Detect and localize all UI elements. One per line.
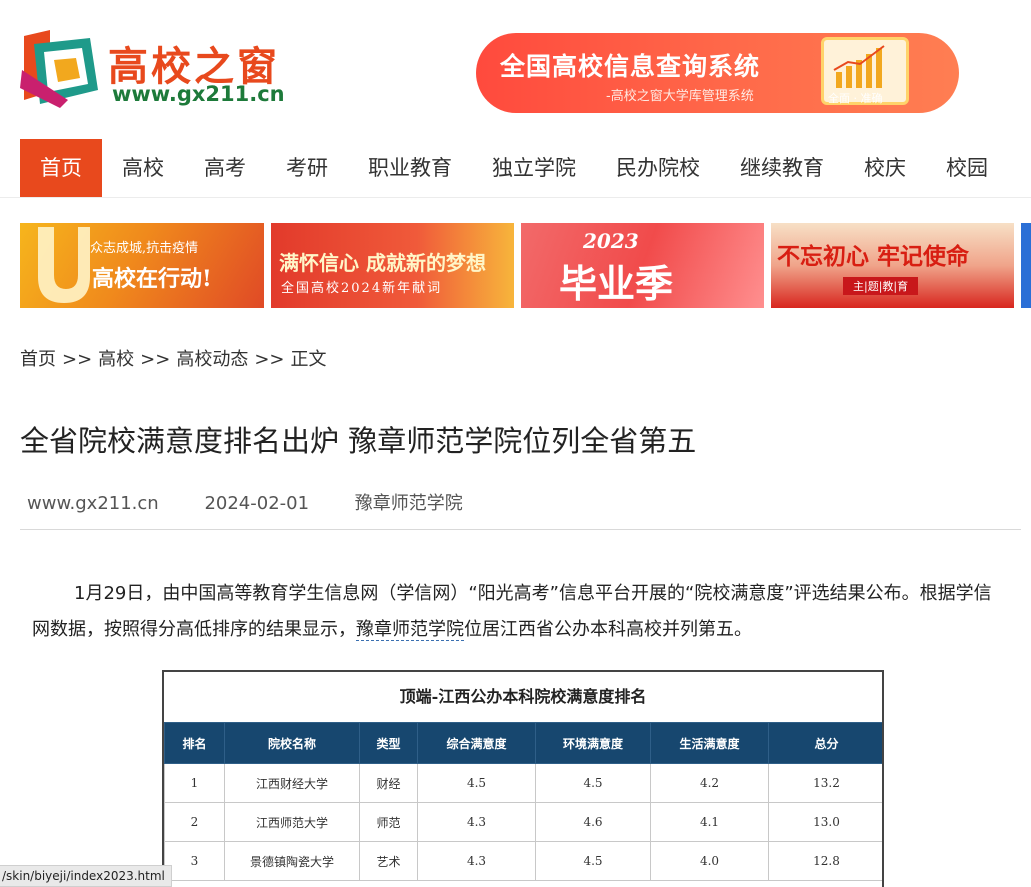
cell-overall: 4.3: [417, 841, 536, 881]
banner-subtitle: -高校之窗大学库管理系统: [606, 89, 754, 104]
promo-newyear-line1: 满怀信心 成就新的梦想: [279, 251, 486, 275]
breadcrumb-news[interactable]: 高校动态: [176, 349, 248, 370]
nav-item-independent[interactable]: 独立学院: [472, 139, 596, 197]
letter-u-icon: [38, 227, 90, 303]
header-overall: 综合满意度: [417, 722, 536, 764]
nav-item-continuing[interactable]: 继续教育: [720, 139, 844, 197]
cell-environment: 4.5: [535, 841, 651, 881]
nav-item-private[interactable]: 民办院校: [596, 139, 720, 197]
nav-item-kaoyan[interactable]: 考研: [266, 139, 348, 197]
table-row: 2 江西师范大学 师范 4.3 4.6 4.1 13.0: [164, 802, 882, 842]
meta-divider: [20, 529, 1021, 530]
college-link[interactable]: 豫章师范学院: [356, 619, 464, 641]
paragraph-text-2: 位居江西省公办本科高校并列第五。: [464, 619, 752, 640]
promo-newyear-line2: 全国高校2024新年献词: [281, 281, 443, 296]
promo-epidemic-line2: 高校在行动!: [92, 266, 212, 292]
cell-type: 艺术: [359, 841, 418, 881]
cell-type: 财经: [359, 763, 418, 803]
article-meta: www.gx211.cn 2024-02-01 豫章师范学院: [27, 489, 503, 515]
cell-rank: 2: [164, 802, 225, 842]
table-row: 1 江西财经大学 财经 4.5 4.5 4.2 13.2: [164, 763, 882, 803]
nav-item-colleges[interactable]: 高校: [102, 139, 184, 197]
promo-banner-partial[interactable]: [1021, 223, 1031, 308]
promo-mission-title: 不忘初心 牢记使命: [777, 243, 970, 270]
cell-life: 4.0: [650, 841, 769, 881]
nav-item-vocational[interactable]: 职业教育: [348, 139, 472, 197]
promo-banner-epidemic[interactable]: 众志成城,抗击疫情 高校在行动!: [20, 223, 264, 308]
cell-overall: 4.5: [417, 763, 536, 803]
header-type: 类型: [359, 722, 418, 764]
promo-banner-newyear[interactable]: 满怀信心 成就新的梦想 全国高校2024新年献词: [271, 223, 514, 308]
breadcrumb-home[interactable]: 首页: [20, 349, 56, 370]
cell-environment: 4.6: [535, 802, 651, 842]
breadcrumb-current: 正文: [290, 349, 327, 370]
logo-url: www.gx211.cn: [112, 82, 285, 106]
breadcrumb-separator: >>: [62, 349, 93, 370]
site-logo[interactable]: 高校之窗 www.gx211.cn: [20, 30, 320, 110]
article-title: 全省院校满意度排名出炉 豫章师范学院位列全省第五: [20, 424, 697, 458]
cell-total: 12.8: [768, 841, 882, 881]
promo-banner-graduation[interactable]: 2023 毕业季: [521, 223, 764, 308]
cell-total: 13.2: [768, 763, 882, 803]
table-row: 3 景德镇陶瓷大学 艺术 4.3 4.5 4.0 12.8: [164, 841, 882, 881]
cell-rank: 3: [164, 841, 225, 881]
article-source: www.gx211.cn: [27, 493, 159, 514]
header-college: 院校名称: [224, 722, 360, 764]
link-status-bar: /skin/biyeji/index2023.html: [0, 865, 172, 887]
cell-rank: 1: [164, 763, 225, 803]
banner-title: 全国高校信息查询系统: [500, 52, 761, 81]
table-header-row: 排名 院校名称 类型 综合满意度 环境满意度 生活满意度 总分: [164, 722, 882, 764]
breadcrumb: 首页 >> 高校 >> 高校动态 >> 正文: [20, 345, 327, 371]
promo-epidemic-line1: 众志成城,抗击疫情: [90, 241, 199, 256]
nav-item-anniversary[interactable]: 校庆: [844, 139, 926, 197]
query-system-banner[interactable]: 全国高校信息查询系统 -高校之窗大学库管理系统 全面 · 准确: [476, 33, 959, 113]
header-total: 总分: [768, 722, 882, 764]
breadcrumb-separator: >>: [140, 349, 171, 370]
breadcrumb-separator: >>: [254, 349, 285, 370]
ranking-figure: 顶端-江西公办本科院校满意度排名 排名 院校名称 类型 综合满意度 环境满意度 …: [162, 670, 884, 887]
cell-type: 师范: [359, 802, 418, 842]
main-nav: 首页 高校 高考 考研 职业教育 独立学院 民办院校 继续教育 校庆 校园: [20, 139, 1031, 197]
promo-graduation-year: 2023: [583, 229, 639, 253]
promo-graduation-title: 毕业季: [559, 261, 674, 306]
cell-college: 江西财经大学: [224, 763, 360, 803]
promo-banner-mission[interactable]: 不忘初心 牢记使命 主|题|教|育: [771, 223, 1014, 308]
cell-life: 4.1: [650, 802, 769, 842]
header-life: 生活满意度: [650, 722, 769, 764]
cell-college: 江西师范大学: [224, 802, 360, 842]
banner-badge: 全面 · 准确: [828, 92, 883, 105]
nav-item-gaokao[interactable]: 高考: [184, 139, 266, 197]
article-author: 豫章师范学院: [354, 493, 463, 514]
promo-mission-sub: 主|题|教|育: [843, 277, 919, 295]
nav-item-campus[interactable]: 校园: [926, 139, 1008, 197]
cell-environment: 4.5: [535, 763, 651, 803]
nav-divider: [0, 197, 1031, 198]
ranking-table: 排名 院校名称 类型 综合满意度 环境满意度 生活满意度 总分 1 江西财经大学…: [164, 722, 882, 881]
breadcrumb-colleges[interactable]: 高校: [98, 349, 134, 370]
header-environment: 环境满意度: [535, 722, 651, 764]
nav-item-home[interactable]: 首页: [20, 139, 102, 197]
cell-college: 景德镇陶瓷大学: [224, 841, 360, 881]
header-rank: 排名: [164, 722, 225, 764]
article-date: 2024-02-01: [204, 493, 310, 514]
cell-total: 13.0: [768, 802, 882, 842]
cell-life: 4.2: [650, 763, 769, 803]
cell-overall: 4.3: [417, 802, 536, 842]
ranking-title: 顶端-江西公办本科院校满意度排名: [399, 687, 647, 706]
logo-mark-icon: [20, 30, 98, 108]
article-paragraph: 1月29日，由中国高等教育学生信息网（学信网）“阳光高考”信息平台开展的“院校满…: [32, 576, 1002, 648]
